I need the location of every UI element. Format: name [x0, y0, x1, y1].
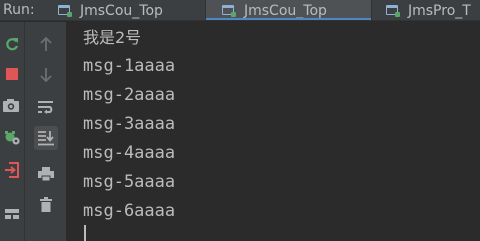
rerun-icon [6, 38, 19, 51]
scroll-to-end-button[interactable] [34, 126, 58, 150]
tab-jmspro-top[interactable]: JmsPro_T [372, 0, 480, 20]
application-config-icon [58, 4, 72, 17]
camera-icon [3, 99, 19, 112]
layout-button[interactable] [2, 204, 22, 224]
arrow-down-icon [40, 68, 52, 83]
clear-all-button[interactable] [36, 195, 56, 215]
text-caret [84, 225, 86, 241]
print-button[interactable] [36, 164, 56, 184]
console-line: msg-4aaaa [83, 143, 176, 163]
dump-threads-button[interactable] [1, 95, 21, 115]
application-config-icon [386, 4, 400, 17]
stop-button[interactable] [2, 64, 22, 84]
console-line: msg-6aaaa [83, 201, 176, 221]
tab-jmscou-top-1[interactable]: JmsCou_Top [48, 0, 206, 20]
layout-icon [5, 209, 19, 219]
trash-icon [40, 197, 52, 212]
soft-wrap-button[interactable] [36, 97, 56, 117]
debug-settings-button[interactable] [2, 127, 22, 147]
next-occurrence-button[interactable] [36, 65, 56, 85]
print-icon [38, 167, 54, 182]
tab-jmscou-top-2[interactable]: JmsCou_Top [206, 0, 372, 20]
exit-button[interactable] [2, 160, 22, 180]
arrow-up-icon [40, 36, 52, 51]
application-config-icon [222, 4, 236, 17]
previous-occurrence-button[interactable] [36, 34, 56, 54]
exit-icon [5, 162, 19, 178]
tab-label: JmsCou_Top [244, 2, 327, 19]
console-line: msg-5aaaa [83, 172, 176, 192]
console-line: msg-1aaaa [83, 56, 176, 76]
debug-settings-icon [5, 131, 20, 145]
run-primary-toolbar [0, 22, 25, 241]
console-line: msg-3aaaa [83, 114, 176, 134]
stop-icon [6, 68, 18, 80]
tab-label: JmsCou_Top [80, 2, 163, 19]
run-label: Run: [3, 2, 35, 18]
run-tool-window: Run: JmsCou_Top JmsCou_Top JmsPro_T 我是2号… [0, 0, 480, 241]
tab-label: JmsPro_T [408, 2, 471, 19]
soft-wrap-icon [38, 101, 53, 114]
run-tab-bar: Run: JmsCou_Top JmsCou_Top JmsPro_T [0, 0, 480, 21]
console-toolbar [25, 22, 67, 241]
rerun-button[interactable] [2, 34, 22, 54]
scroll-to-end-icon [38, 131, 54, 146]
console-line: msg-2aaaa [83, 85, 176, 105]
console-output[interactable]: 我是2号 msg-1aaaa msg-2aaaa msg-3aaaa msg-4… [67, 22, 480, 241]
console-line: 我是2号 [83, 28, 142, 47]
